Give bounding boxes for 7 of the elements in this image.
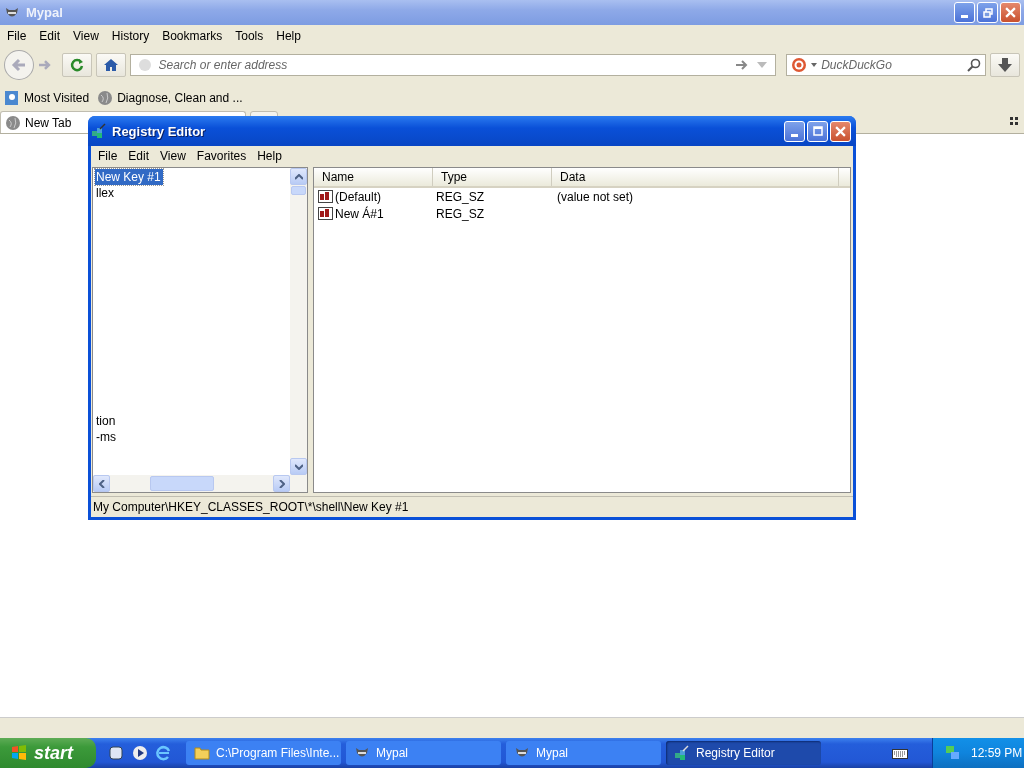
- value-type: REG_SZ: [436, 206, 485, 221]
- clock: 12:59 PM: [971, 746, 1023, 760]
- window-title: Mypal: [26, 5, 63, 20]
- value-type: REG_SZ: [436, 189, 485, 204]
- window-title: Registry Editor: [112, 123, 206, 139]
- value-data: (value not set): [557, 189, 634, 204]
- status-bar: My Computer\HKEY_CLASSES_ROOT\*\shell\New Key #1: [91, 496, 853, 517]
